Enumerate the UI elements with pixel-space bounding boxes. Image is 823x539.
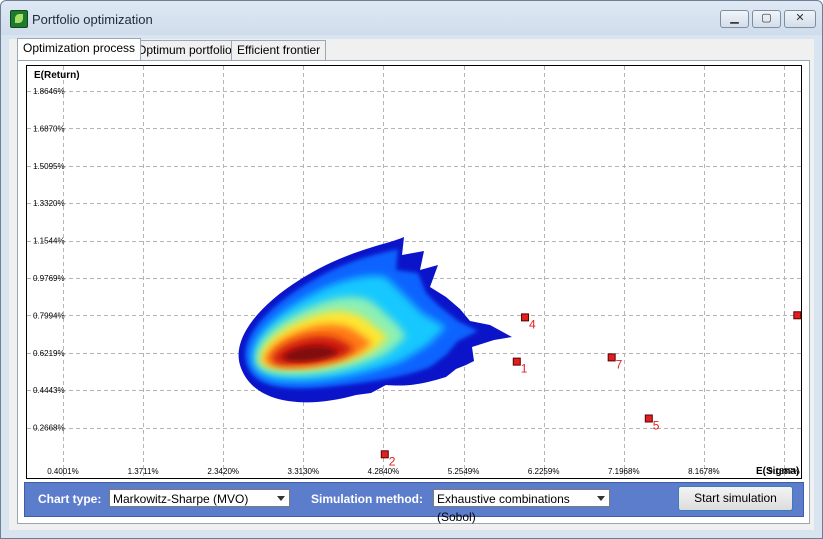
close-button[interactable]: ✕: [784, 10, 816, 28]
x-tick-label: 2.3420%: [207, 467, 239, 476]
y-tick-label: 0.7994%: [33, 311, 65, 320]
portfolio-label: 3: [801, 315, 802, 329]
x-tick-label: 4.2840%: [368, 467, 400, 476]
x-tick-label: 5.2549%: [448, 467, 480, 476]
window-title: Portfolio optimization: [32, 12, 153, 27]
y-tick-label: 0.6219%: [33, 349, 65, 358]
x-tick-label: 3.3130%: [288, 467, 320, 476]
portfolio-label: 2: [389, 454, 396, 468]
y-tick-label: 1.8646%: [33, 87, 65, 96]
simulation-method-value: Exhaustive combinations (Sobol): [437, 492, 570, 524]
simulation-method-select[interactable]: Exhaustive combinations (Sobol): [433, 489, 610, 524]
simulation-toolbar: Chart type: Markowitz-Sharpe (MVO) Simul…: [24, 482, 804, 524]
y-tick-label: 0.9769%: [33, 274, 65, 283]
chevron-down-icon: [277, 496, 285, 501]
portfolio-marker[interactable]: [512, 357, 521, 366]
leaf-app-icon: [10, 10, 28, 28]
app-window: Portfolio optimization ▁ ▢ ✕ Optimizatio…: [0, 0, 823, 539]
x-tick-label: 7.1968%: [608, 467, 640, 476]
tab-panel: 0.4001% 1.3711% 2.3420% 3.3130% 4.2840% 5.254…: [17, 60, 810, 524]
x-axis-label: E(Sigma): [756, 466, 799, 477]
portfolio-label: 7: [616, 357, 623, 371]
x-tick-label: 0.4001%: [47, 467, 79, 476]
portfolio-label: 5: [653, 419, 660, 433]
chart-type-value: Markowitz-Sharpe (MVO): [113, 492, 249, 506]
tab-optimum-portfolios[interactable]: Optimum portfolios: [131, 40, 244, 60]
portfolio-marker[interactable]: [607, 353, 616, 362]
x-tick-label: 6.2259%: [528, 467, 560, 476]
start-simulation-button[interactable]: Start simulation: [678, 486, 793, 511]
tab-efficient-frontier[interactable]: Efficient frontier: [231, 40, 327, 60]
title-bar[interactable]: Portfolio optimization ▁ ▢ ✕: [1, 1, 822, 35]
tab-optimization-process[interactable]: Optimization process: [17, 38, 142, 60]
portfolio-label: 4: [529, 317, 536, 331]
chart-type-select[interactable]: Markowitz-Sharpe (MVO): [109, 489, 290, 507]
portfolio-marker[interactable]: [644, 414, 653, 423]
portfolio-label: 1: [521, 362, 528, 376]
simulation-method-label: Simulation method:: [311, 492, 423, 506]
y-tick-label: 0.4443%: [33, 386, 65, 395]
y-tick-label: 1.5095%: [33, 162, 65, 171]
x-tick-label: 1.3711%: [128, 467, 159, 476]
risk-return-chart: 0.4001% 1.3711% 2.3420% 3.3130% 4.2840% 5.254…: [26, 65, 802, 479]
portfolio-marker[interactable]: [380, 450, 389, 459]
x-tick-label: 8.1678%: [688, 467, 720, 476]
y-tick-label: 1.6870%: [33, 124, 65, 133]
maximize-button[interactable]: ▢: [752, 10, 781, 28]
portfolio-marker[interactable]: [793, 311, 802, 320]
y-tick-label: 1.3320%: [33, 199, 65, 208]
chevron-down-icon: [597, 496, 605, 501]
minimize-button[interactable]: ▁: [720, 10, 749, 28]
y-axis-label: E(Return): [34, 70, 80, 81]
portfolio-marker[interactable]: [521, 313, 530, 322]
chart-type-label: Chart type:: [38, 492, 102, 506]
y-tick-label: 0.2668%: [33, 424, 65, 433]
y-tick-label: 1.1544%: [33, 237, 65, 246]
client-area: Optimization process Optimum portfolios …: [9, 38, 814, 530]
